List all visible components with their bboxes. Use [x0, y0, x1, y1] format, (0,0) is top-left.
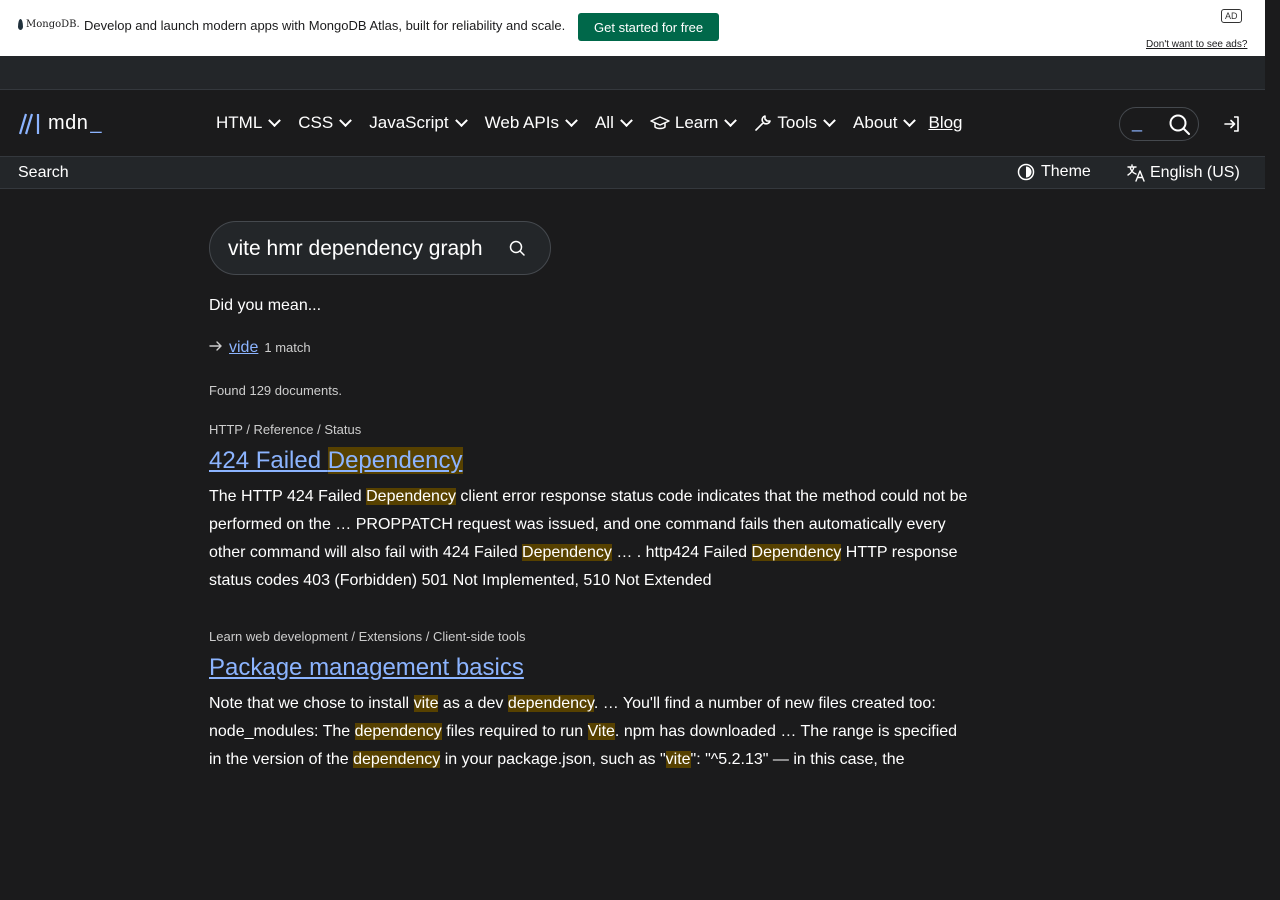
- chevron-down-icon: [903, 113, 917, 127]
- nav-item-all[interactable]: All: [594, 113, 633, 133]
- highlight-term: Dependency: [522, 544, 612, 561]
- scrollbar[interactable]: [1265, 0, 1280, 900]
- theme-icon: [1017, 163, 1035, 181]
- search-results-page: Did you mean... vide 1 match Found 129 d…: [209, 221, 969, 774]
- nav-item-label: CSS: [298, 113, 334, 132]
- theme-label: Theme: [1041, 163, 1091, 180]
- highlight-term: dependency: [353, 751, 441, 768]
- suggestion-count: 1 match: [264, 340, 311, 355]
- nav-item-label: JavaScript: [369, 113, 449, 132]
- highlight-term: Vite: [587, 723, 615, 740]
- highlight-term: vite: [413, 695, 439, 712]
- chevron-down-icon: [339, 113, 353, 127]
- arrow-right-icon: [209, 341, 222, 351]
- did-you-mean-label: Did you mean...: [209, 297, 322, 314]
- nav-item-learn[interactable]: Learn: [650, 113, 738, 133]
- mdn-logo-cursor: _: [90, 112, 102, 134]
- breadcrumb-search: Search: [18, 164, 69, 181]
- search-result: HTTP / Reference / Status 424 Failed Dep…: [209, 422, 969, 595]
- nav-item-blog[interactable]: Blog: [928, 113, 962, 133]
- ad-cta-button[interactable]: Get started for free: [578, 13, 720, 41]
- nav-item-tools[interactable]: Tools: [754, 113, 836, 133]
- search-cursor: _: [1132, 112, 1143, 132]
- results-count: Found 129 documents.: [209, 383, 342, 398]
- nav-item-label: Web APIs: [484, 113, 559, 132]
- language-label: English (US): [1150, 164, 1240, 181]
- nav-menu: HTML CSS JavaScript Web APIs All Learn T…: [216, 113, 982, 133]
- chevron-down-icon: [823, 113, 836, 127]
- chevron-down-icon: [268, 113, 282, 127]
- mdn-logo-text: mdn: [48, 112, 89, 134]
- nav-item-label: Learn: [674, 113, 719, 132]
- chevron-down-icon: [620, 113, 633, 127]
- nav-item-label: All: [594, 113, 614, 132]
- nav-item-label: Tools: [777, 113, 818, 132]
- highlight-term: dependency: [507, 695, 594, 712]
- nav-item-label: About: [853, 113, 898, 132]
- result-title-text: Package management basics: [209, 654, 524, 681]
- wrench-icon: [755, 115, 772, 131]
- result-breadcrumb: HTTP / Reference / Status: [209, 422, 362, 437]
- result-snippet: The HTTP 424 Failed Dependency client er…: [209, 488, 968, 589]
- mdn-m-icon: [18, 113, 40, 134]
- highlight-term: Dependency: [366, 488, 456, 505]
- ad-optout-link[interactable]: Don't want to see ads?: [1146, 39, 1247, 50]
- search-icon[interactable]: [509, 240, 526, 257]
- suggestion-link[interactable]: vide: [229, 339, 258, 357]
- leaf-icon: [18, 19, 23, 30]
- nav-item-label: HTML: [216, 113, 263, 132]
- nav-item-html[interactable]: HTML: [216, 113, 282, 133]
- mongodb-logo-text: MongoDB.: [26, 19, 80, 30]
- search-box: [209, 221, 551, 275]
- main-navigation: mdn _ HTML CSS JavaScript Web APIs All L…: [0, 90, 1265, 157]
- nav-item-web-apis[interactable]: Web APIs: [484, 113, 578, 133]
- result-snippet: Note that we chose to install vite as a …: [209, 695, 958, 768]
- ad-text[interactable]: Develop and launch modern apps with Mong…: [84, 18, 565, 33]
- login-icon[interactable]: [1222, 114, 1242, 134]
- search-result: Learn web development / Extensions / Cli…: [209, 629, 969, 774]
- ad-banner: MongoDB. Develop and launch modern apps …: [0, 0, 1265, 56]
- sub-navigation: Search Theme English (US): [0, 157, 1265, 189]
- nav-search-button[interactable]: _: [1119, 107, 1199, 141]
- result-breadcrumb: Learn web development / Extensions / Cli…: [209, 629, 526, 644]
- chevron-down-icon: [454, 113, 468, 127]
- search-input[interactable]: [228, 234, 500, 264]
- result-title-link[interactable]: Package management basics: [209, 654, 969, 682]
- language-button[interactable]: English (US): [1126, 163, 1240, 183]
- mdn-logo[interactable]: mdn _: [18, 112, 102, 135]
- nav-item-javascript[interactable]: JavaScript: [369, 113, 468, 133]
- highlight-term: dependency: [354, 723, 442, 740]
- theme-button[interactable]: Theme: [1017, 163, 1091, 181]
- graduation-cap-icon: [650, 116, 670, 130]
- nav-item-about[interactable]: About: [853, 113, 917, 133]
- highlight-term: Dependency: [751, 544, 842, 561]
- chevron-down-icon: [565, 113, 578, 127]
- highlight-term: vite: [665, 751, 691, 768]
- mongodb-logo[interactable]: MongoDB.: [18, 19, 80, 30]
- search-icon: [1169, 114, 1190, 135]
- top-strip: [0, 56, 1265, 90]
- translate-icon: [1127, 164, 1145, 182]
- chevron-down-icon: [724, 113, 738, 127]
- result-title-link[interactable]: 424 Failed Dependency: [209, 447, 969, 475]
- suggestion-item: vide 1 match: [209, 339, 969, 357]
- result-title-text: 424 Failed: [209, 447, 328, 474]
- nav-item-css[interactable]: CSS: [298, 113, 353, 133]
- result-title-highlight: Dependency: [327, 447, 463, 474]
- ad-badge: AD: [1221, 9, 1242, 23]
